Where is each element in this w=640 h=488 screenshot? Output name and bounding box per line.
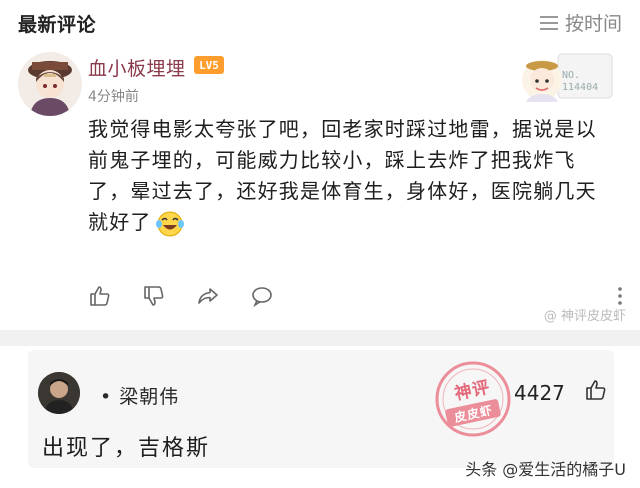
share-icon <box>198 288 218 304</box>
comment-text: 我觉得电影太夸张了吧，回老家时踩过地雷，据说是以前鬼子埋的，可能威力比较小，踩上… <box>88 114 608 238</box>
avatar[interactable] <box>18 52 82 116</box>
thumbs-up-icon <box>90 286 110 306</box>
thumbs-down-icon <box>144 286 164 306</box>
comment-timestamp: 4分钟前 <box>88 89 139 105</box>
section-divider <box>0 330 640 346</box>
comment-username[interactable]: 血小板埋埋 <box>88 54 186 81</box>
avatar-character-illustration <box>18 52 82 116</box>
reply-like-count: 4427 <box>514 381 565 405</box>
reply-username-text: 梁朝伟 <box>119 386 180 408</box>
reply-card: • 梁朝伟 神评 皮皮虾 4427 出现了，吉格斯 <box>28 350 614 468</box>
section-title: 最新评论 <box>18 14 97 36</box>
laughing-emoji-icon <box>154 210 186 238</box>
shenping-pipixia-stamp: 神评 皮皮虾 <box>432 358 514 440</box>
reply-avatar-photo <box>38 372 80 414</box>
fan-card-badge[interactable]: NO. 114404 <box>512 44 616 116</box>
comment-card: 血小板埋埋 LV5 4分钟前 NO. 114404 我觉得电影太夸张了吧，回老家… <box>0 44 640 330</box>
reply-username[interactable]: • 梁朝伟 <box>100 382 179 409</box>
thumbs-up-icon <box>586 380 606 400</box>
level-badge: LV5 <box>194 56 224 74</box>
comment-icon <box>252 287 272 308</box>
reply-text: 出现了，吉格斯 <box>42 436 211 461</box>
sort-by-time-button[interactable]: 按时间 <box>539 9 622 36</box>
sort-label: 按时间 <box>564 13 622 35</box>
reply-avatar[interactable] <box>38 372 80 414</box>
fan-card-number: NO. 114404 <box>562 70 599 93</box>
share-button[interactable] <box>194 282 222 310</box>
weibo-watermark: @ 神评皮皮虾 <box>543 309 626 324</box>
list-icon <box>539 15 558 30</box>
reply-button[interactable] <box>248 282 276 310</box>
like-button[interactable] <box>86 282 114 310</box>
dislike-button[interactable] <box>140 282 168 310</box>
reply-like-button[interactable] <box>584 378 608 402</box>
comments-header: 最新评论 按时间 <box>0 0 640 44</box>
toutiao-watermark: 头条 @爱生活的橘子U <box>465 460 626 479</box>
